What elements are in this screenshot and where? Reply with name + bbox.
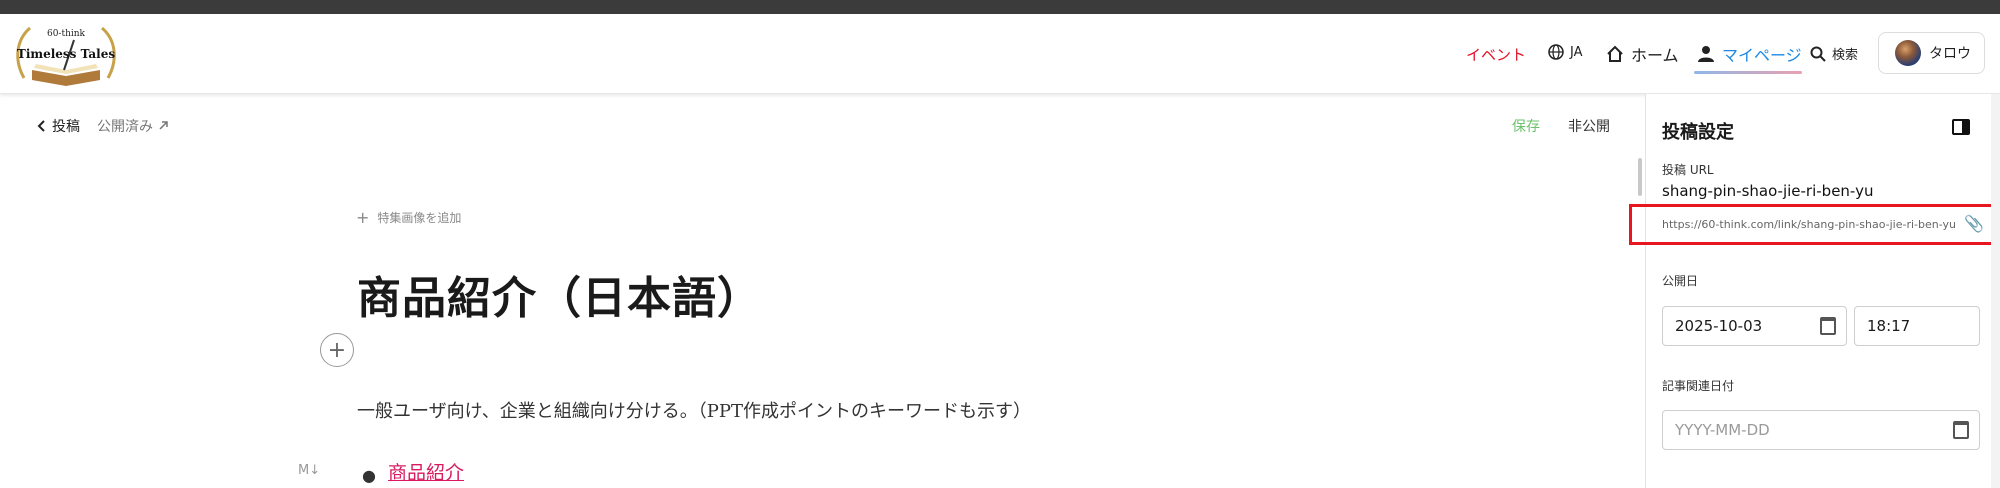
logo-main-text: Timeless Tales [17, 47, 115, 61]
plus-icon: + [356, 208, 370, 227]
language-label: JA [1570, 44, 1583, 60]
panel-title: 投稿設定 [1662, 122, 1734, 143]
nav-mypage[interactable]: マイページ [1696, 42, 1802, 66]
nav-search[interactable]: 検索 [1810, 44, 1858, 63]
logo-top-text: 60-think [47, 29, 86, 39]
globe-icon [1548, 44, 1564, 60]
unpublish-button[interactable]: 非公開 [1568, 116, 1610, 136]
related-date-input[interactable]: YYYY-MM-DD [1662, 410, 1980, 450]
nav-event[interactable]: イベント [1466, 44, 1526, 65]
related-date-label: 記事関連日付 [1662, 379, 1735, 393]
time-value: 18:17 [1867, 317, 1911, 335]
bullet-dot: ● [362, 466, 376, 485]
search-icon [1810, 46, 1826, 62]
date-value: 2025-10-03 [1675, 317, 1763, 335]
publish-time-input[interactable]: 18:17 [1854, 306, 1980, 346]
mypage-active-underline [1694, 71, 1802, 74]
post-title[interactable]: 商品紹介（日本語） [357, 262, 762, 326]
add-block-button[interactable]: + [320, 333, 354, 367]
back-to-posts[interactable]: 投稿 [36, 116, 80, 136]
home-icon [1607, 45, 1623, 62]
avatar [1895, 40, 1921, 66]
post-settings-panel: 投稿設定 投稿 URL shang-pin-shao-jie-ri-ben-yu… [1645, 94, 2000, 488]
highlight-box [1629, 204, 1995, 245]
back-label: 投稿 [52, 119, 80, 135]
bullet-link[interactable]: 商品紹介 [388, 458, 464, 485]
post-paragraph[interactable]: 一般ユーザ向け、企業と組織向け分ける。（PPT作成ポイントのキーワードも示す） [357, 397, 1031, 423]
editor-scrollbar[interactable] [1638, 158, 1642, 196]
status-label: 公開済み [97, 119, 153, 135]
plus-icon: + [327, 337, 347, 363]
sidebar-toggle-icon[interactable] [1952, 119, 1970, 135]
search-label: 検索 [1832, 48, 1859, 63]
chevron-left-icon [37, 120, 45, 132]
add-image-label: 特集画像を追加 [377, 211, 462, 225]
panel-scrollbar[interactable] [1991, 94, 2000, 488]
user-menu-button[interactable]: タロウ [1878, 32, 1985, 74]
publish-date-input[interactable]: 2025-10-03 [1662, 306, 1847, 346]
markdown-badge: M↓ [298, 463, 321, 478]
nav-language[interactable]: JA [1548, 44, 1583, 60]
url-label: 投稿 URL [1662, 163, 1714, 177]
save-button[interactable]: 保存 [1512, 116, 1540, 136]
calendar-icon[interactable] [1820, 317, 1836, 335]
home-label: ホーム [1631, 46, 1679, 65]
add-featured-image[interactable]: + 特集画像を追加 [356, 208, 461, 227]
os-top-strip [0, 0, 2000, 14]
mypage-label: マイページ [1722, 46, 1802, 65]
site-header: 60-think Timeless Tales イベント JA ホーム マイペー… [0, 14, 2000, 94]
publish-date-label: 公開日 [1662, 274, 1699, 288]
external-link-icon [159, 121, 168, 130]
person-icon [1698, 46, 1714, 62]
timeless-tales-logo[interactable]: 60-think Timeless Tales [10, 20, 122, 90]
nav-home[interactable]: ホーム [1605, 42, 1679, 66]
url-slug-input[interactable]: shang-pin-shao-jie-ri-ben-yu [1662, 182, 1873, 200]
user-name: タロウ [1929, 46, 1971, 62]
related-date-placeholder: YYYY-MM-DD [1675, 421, 1770, 439]
calendar-icon[interactable] [1953, 421, 1969, 439]
published-status-link[interactable]: 公開済み [97, 116, 169, 136]
